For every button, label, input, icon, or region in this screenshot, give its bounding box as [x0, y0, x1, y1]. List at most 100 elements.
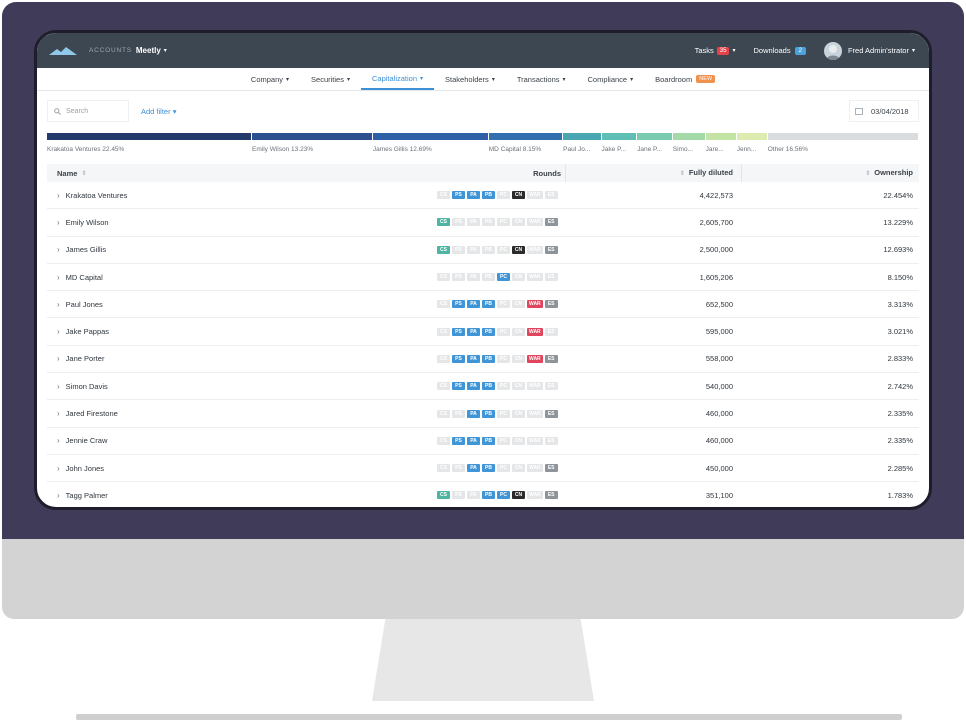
rounds-cell: CS PS PA PB PC CN WAR ES [437, 245, 565, 254]
fully-diluted-cell: 595,000 [705, 327, 733, 337]
round-chip-cs: CS [437, 464, 450, 473]
table-row[interactable]: › Krakatoa Ventures CS PS PA PB PC CN WAR ES 4,422… [47, 182, 919, 210]
fully-diluted-column-header[interactable]: ⇕ Fully diluted [565, 164, 741, 182]
chevron-right-icon[interactable]: › [57, 436, 60, 445]
round-chip-cs: CS [437, 354, 450, 363]
nav-tab-transactions[interactable]: Transactions ▾ [506, 68, 577, 90]
table-row[interactable]: › Jennie Craw CS PS PA PB PC CN WAR ES 460,000 2.33… [47, 428, 919, 455]
table-row[interactable]: › Simon Davis CS PS PA PB PC CN WAR ES 540,000 2.74… [47, 373, 919, 401]
ownership-segment[interactable] [563, 133, 602, 140]
ownership-segment[interactable] [705, 133, 737, 140]
round-chip-pb: PB [482, 245, 495, 254]
round-chip-war: WAR [527, 327, 543, 336]
search-input[interactable]: Search [47, 100, 129, 122]
chevron-down-icon: ▾ [630, 76, 634, 83]
round-chip-ps: PS [452, 191, 465, 200]
ownership-segment[interactable] [601, 133, 638, 140]
nav-tab-boardroom[interactable]: Boardroom NEW [644, 68, 726, 90]
logo-icon[interactable] [49, 46, 77, 56]
chevron-right-icon[interactable]: › [57, 409, 60, 418]
nav-tab-capitalization[interactable]: Capitalization ▾ [360, 68, 435, 90]
ownership-segment-label: Krakatoa Ventures 22.45% [47, 146, 125, 153]
round-chip-pa: PA [467, 436, 480, 445]
table-row[interactable]: › Jake Pappas CS PS PA PB PC CN WAR ES 595,000 3.02… [47, 318, 919, 346]
nav-tab-compliance[interactable]: Compliance ▾ [577, 68, 645, 90]
ownership-segment-label: MD Capital 8.15% [488, 146, 542, 153]
app-screen: ACCOUNTS Meetly ▾ Tasks 35 ▾ Downloads 2… [34, 30, 932, 510]
ownership-segment[interactable] [488, 133, 564, 140]
ownership-segment[interactable] [372, 133, 489, 140]
round-chip-war: WAR [527, 300, 543, 309]
table-row[interactable]: › Tagg Palmer CS PS PA PB PC CN WAR ES 351,100 1.78… [47, 482, 919, 507]
table-row[interactable]: › Jared Firestone CS PS PA PB PC CN WAR ES 460,000… [47, 400, 919, 428]
table-row[interactable]: › James Gillis CS PS PA PB PC CN WAR ES 2,500,000 1… [47, 237, 919, 264]
ownership-cell: 2.335% [887, 436, 913, 446]
round-chip-pa: PA [467, 191, 480, 200]
round-chip-pa: PA [467, 409, 480, 418]
round-chip-war: WAR [527, 273, 543, 282]
ownership-segment[interactable] [672, 133, 706, 140]
round-chip-cs: CS [437, 327, 450, 336]
ownership-segment[interactable] [767, 133, 919, 140]
account-switcher[interactable]: Meetly [136, 46, 161, 55]
round-chip-war: WAR [527, 354, 543, 363]
ownership-segment[interactable] [47, 133, 253, 140]
user-menu[interactable]: Fred Admin'strator ▾ [823, 41, 915, 60]
table-row[interactable]: › Emily Wilson CS PS PA PB PC CN WAR ES 2,605,700 1… [47, 209, 919, 237]
nav-tab-stakeholders[interactable]: Stakeholders ▾ [434, 68, 506, 90]
monitor-chin [2, 539, 964, 619]
chevron-right-icon[interactable]: › [57, 327, 60, 336]
chevron-right-icon[interactable]: › [57, 464, 60, 473]
chevron-right-icon[interactable]: › [57, 491, 60, 500]
round-chip-cs: CS [437, 491, 450, 500]
ownership-cell: 1.783% [887, 490, 913, 500]
downloads-count-badge: 2 [794, 46, 806, 55]
ownership-segment-label: Jare... [705, 146, 724, 153]
stakeholder-name: James Gillis [65, 245, 107, 255]
round-chip-cn: CN [512, 409, 525, 418]
round-chip-cs: CS [437, 191, 450, 200]
round-chip-pc: PC [497, 409, 510, 418]
stakeholder-name: Jake Pappas [65, 327, 110, 337]
chevron-right-icon[interactable]: › [57, 300, 60, 309]
ownership-segment[interactable] [252, 133, 373, 140]
round-chip-cn: CN [512, 382, 525, 391]
fully-diluted-cell: 450,000 [705, 463, 733, 473]
table-body: › Krakatoa Ventures CS PS PA PB PC CN WAR ES 4,422… [37, 182, 929, 507]
chevron-right-icon[interactable]: › [57, 191, 60, 200]
stakeholder-name: Krakatoa Ventures [65, 190, 128, 200]
name-cell: › Simon Davis [47, 382, 437, 391]
chevron-right-icon[interactable]: › [57, 245, 60, 254]
nav-tab-securities[interactable]: Securities ▾ [300, 68, 361, 90]
table-row[interactable]: › Paul Jones CS PS PA PB PC CN WAR ES 652,500 3.313… [47, 291, 919, 319]
tasks-menu[interactable]: Tasks 35 ▾ [695, 46, 736, 55]
rounds-cell: CS PS PA PB PC CN WAR ES [437, 382, 565, 391]
table-row[interactable]: › John Jones CS PS PA PB PC CN WAR ES 450,000 2.285… [47, 455, 919, 483]
name-column-header[interactable]: Name ⇕ [47, 169, 437, 178]
ownership-segment-label: Jane P... [637, 146, 662, 153]
round-chip-cn: CN [512, 273, 525, 282]
rounds-cell: CS PS PA PB PC CN WAR ES [437, 409, 565, 418]
chevron-right-icon[interactable]: › [57, 354, 60, 363]
downloads-menu[interactable]: Downloads 2 [753, 46, 806, 55]
chevron-down-icon[interactable]: ▾ [164, 47, 167, 54]
chevron-right-icon[interactable]: › [57, 382, 60, 391]
ownership-column-header[interactable]: ⇕ Ownership [741, 164, 919, 182]
round-chip-pa: PA [467, 354, 480, 363]
chevron-down-icon: ▾ [172, 106, 177, 116]
chevron-right-icon[interactable]: › [57, 218, 60, 227]
chevron-down-icon: ▾ [491, 76, 495, 83]
table-row[interactable]: › MD Capital CS PS PA PB PC CN WAR ES 1,605,206 8.1… [47, 264, 919, 292]
date-picker[interactable]: 03/04/2018 [849, 100, 919, 122]
table-row[interactable]: › Jane Porter CS PS PA PB PC CN WAR ES 558,000 2.83… [47, 346, 919, 374]
round-chip-cs: CS [437, 245, 450, 254]
nav-tab-company[interactable]: Company ▾ [240, 68, 300, 90]
round-chip-pa: PA [467, 300, 480, 309]
chevron-right-icon[interactable]: › [57, 273, 60, 282]
stakeholder-name: Tagg Palmer [65, 490, 108, 500]
add-filter-button[interactable]: Add filter ▾ [141, 107, 176, 116]
ownership-segment[interactable] [736, 133, 768, 140]
monitor-stand [372, 619, 594, 701]
round-chip-pb: PB [482, 382, 495, 391]
ownership-segment[interactable] [637, 133, 673, 140]
